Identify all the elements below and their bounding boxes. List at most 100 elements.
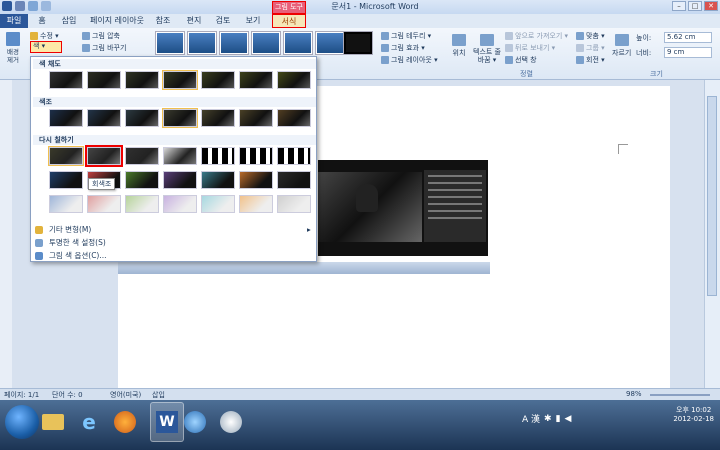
wrap-text-button[interactable]: 텍스트 줄 바꿈 ▾ <box>472 34 502 64</box>
saturation-swatch[interactable] <box>277 71 311 89</box>
recolor-swatch[interactable] <box>239 147 273 165</box>
tone-swatch[interactable] <box>277 109 311 127</box>
maximize-button[interactable]: □ <box>688 1 702 11</box>
recolor-dark-swatch[interactable] <box>239 171 273 189</box>
picture-style-3[interactable] <box>220 32 248 54</box>
recolor-dark-swatch[interactable] <box>201 171 235 189</box>
change-picture-button[interactable]: 그림 바꾸기 <box>82 43 126 53</box>
picture-style-6[interactable] <box>316 32 344 54</box>
firefox-icon[interactable] <box>108 402 142 442</box>
ime-indicator[interactable]: A 漢 <box>522 412 540 425</box>
internet-explorer-icon[interactable]: e <box>72 402 106 442</box>
recolor-swatch[interactable] <box>125 147 159 165</box>
recolor-swatch[interactable] <box>163 147 197 165</box>
recolor-dark-swatch[interactable] <box>49 171 83 189</box>
height-field[interactable]: 5.62 cm <box>664 32 712 43</box>
word-icon[interactable] <box>2 1 12 11</box>
recolor-dark-swatch[interactable] <box>125 171 159 189</box>
recolor-swatch[interactable] <box>85 145 123 167</box>
position-button[interactable]: 위치 <box>452 34 466 58</box>
picture-style-4[interactable] <box>252 32 280 54</box>
clock[interactable]: 오후 10:02 2012-02-18 <box>673 405 714 423</box>
align-button[interactable]: 맞춤 ▾ <box>576 31 605 41</box>
picture-style-1[interactable] <box>156 32 184 54</box>
tab-file[interactable]: 파일 <box>0 14 28 28</box>
tab-home[interactable]: 홈 <box>34 14 50 28</box>
tone-swatch[interactable] <box>87 109 121 127</box>
save-icon[interactable] <box>15 1 25 11</box>
tab-references[interactable]: 참조 <box>152 14 174 28</box>
picture-layout-button[interactable]: 그림 레이아웃 ▾ <box>381 55 438 65</box>
send-backward-button[interactable]: 뒤로 보내기 ▾ <box>505 43 555 53</box>
remove-background-icon <box>6 32 20 46</box>
bluetooth-icon[interactable]: ✱ <box>544 414 552 424</box>
bring-forward-button[interactable]: 앞으로 가져오기 ▾ <box>505 31 568 41</box>
zoom-slider[interactable] <box>650 394 710 396</box>
corrections-button[interactable]: 수정 ▾ <box>30 31 59 41</box>
recolor-swatch[interactable] <box>201 147 235 165</box>
tone-swatch[interactable] <box>162 108 198 128</box>
word-count[interactable]: 단어 수: 0 <box>52 390 83 400</box>
start-button[interactable] <box>5 405 39 439</box>
insert-mode[interactable]: 삽입 <box>152 390 165 400</box>
close-button[interactable]: ✕ <box>704 1 718 11</box>
recolor-light-swatch[interactable] <box>239 195 273 213</box>
tone-swatch[interactable] <box>49 109 83 127</box>
undo-icon[interactable] <box>28 1 38 11</box>
recolor-light-swatch[interactable] <box>201 195 235 213</box>
picture-style-7[interactable] <box>344 32 372 54</box>
picture-border-button[interactable]: 그림 테두리 ▾ <box>381 31 431 41</box>
messenger-icon[interactable] <box>214 402 248 442</box>
redo-icon[interactable] <box>41 1 51 11</box>
scrollbar-thumb[interactable] <box>707 96 717 296</box>
recolor-swatch[interactable] <box>277 147 311 165</box>
media-player-icon[interactable] <box>178 402 212 442</box>
rotate-button[interactable]: 회전 ▾ <box>576 55 605 65</box>
saturation-swatch[interactable] <box>87 71 121 89</box>
tab-mailings[interactable]: 편지 <box>183 14 205 28</box>
recolor-swatch[interactable] <box>48 146 84 166</box>
picture-color-options-item[interactable]: 그림 색 옵션(C)... <box>35 250 107 261</box>
language-indicator[interactable]: 영어(미국) <box>110 390 141 400</box>
saturation-swatch[interactable] <box>125 71 159 89</box>
compress-pictures-button[interactable]: 그림 압축 <box>82 31 120 41</box>
recolor-dark-swatch[interactable] <box>163 171 197 189</box>
tab-review[interactable]: 검토 <box>212 14 234 28</box>
tone-swatch[interactable] <box>201 109 235 127</box>
tab-page-layout[interactable]: 페이지 레이아웃 <box>88 14 146 28</box>
width-field[interactable]: 9 cm <box>664 47 712 58</box>
recolor-light-swatch[interactable] <box>277 195 311 213</box>
tab-view[interactable]: 보기 <box>242 14 264 28</box>
minimize-button[interactable]: – <box>672 1 686 11</box>
group-button[interactable]: 그룹 ▾ <box>576 43 605 53</box>
align-label: 맞춤 ▾ <box>586 32 605 40</box>
network-icon[interactable]: ▮ <box>556 414 561 424</box>
picture-style-5[interactable] <box>284 32 312 54</box>
color-button[interactable]: 색 ▾ <box>30 41 62 53</box>
page-count[interactable]: 페이지: 1/1 <box>4 390 39 400</box>
remove-background-button[interactable]: 배경 제거 <box>2 32 24 64</box>
volume-icon[interactable]: ◀ <box>565 414 572 424</box>
recolor-light-swatch[interactable] <box>163 195 197 213</box>
explorer-icon[interactable] <box>36 402 70 442</box>
zoom-level[interactable]: 98% <box>626 390 642 398</box>
saturation-swatch[interactable] <box>239 71 273 89</box>
more-variations-item[interactable]: 기타 변형(M) ▸ <box>35 224 311 235</box>
tone-swatch[interactable] <box>239 109 273 127</box>
saturation-swatch[interactable] <box>49 71 83 89</box>
selection-pane-button[interactable]: 선택 창 <box>505 55 537 65</box>
saturation-swatch[interactable] <box>162 70 198 90</box>
crop-button[interactable]: 자르기 <box>612 34 631 58</box>
recolor-light-swatch[interactable] <box>125 195 159 213</box>
tone-swatch[interactable] <box>125 109 159 127</box>
recolor-light-swatch[interactable] <box>49 195 83 213</box>
tab-insert[interactable]: 삽입 <box>58 14 80 28</box>
saturation-swatch[interactable] <box>201 71 235 89</box>
set-transparent-color-item[interactable]: 투명한 색 설정(S) <box>35 237 106 248</box>
picture-effects-button[interactable]: 그림 효과 ▾ <box>381 43 425 53</box>
tab-format[interactable]: 서식 <box>272 14 306 28</box>
recolor-light-swatch[interactable] <box>87 195 121 213</box>
grayscale-tooltip: 회색조 <box>88 178 116 190</box>
picture-style-2[interactable] <box>188 32 216 54</box>
recolor-dark-swatch[interactable] <box>277 171 311 189</box>
